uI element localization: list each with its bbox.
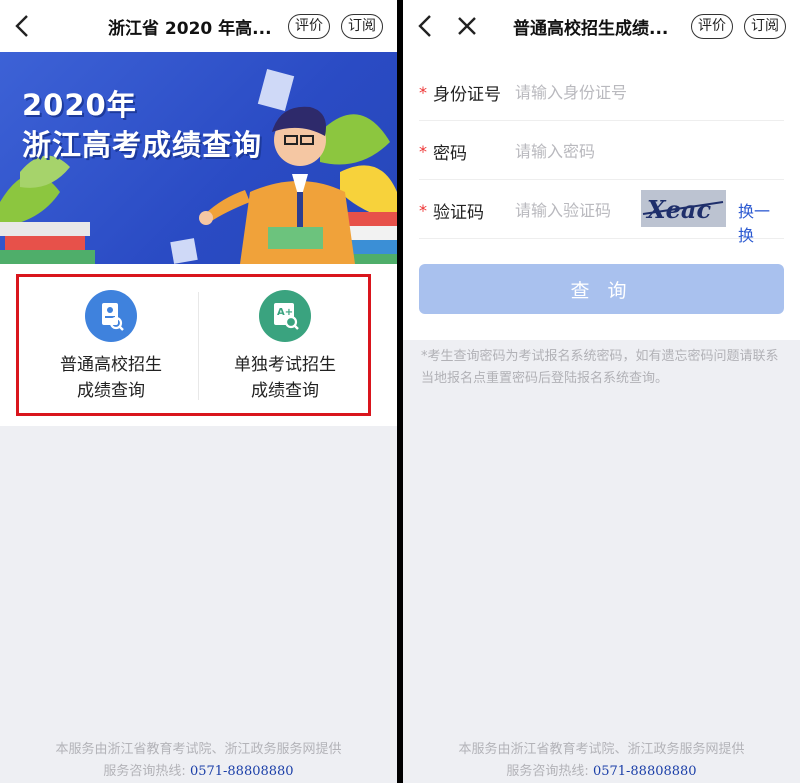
captcha-row: * 验证码 Xeac 换一换 [419,180,784,245]
password-input[interactable] [515,137,715,165]
id-number-label: 身份证号 [433,85,501,105]
password-row: * 密码 [419,121,784,180]
left-screen: 浙江省 2020 年高... 评价 订阅 2020年 浙江高考成绩查询 普通高校… [0,0,397,783]
query-form: * 身份证号 * 密码 * 验证码 Xeac 换一换 查 询 [403,52,800,340]
rate-button[interactable]: 评价 [288,14,330,39]
subscribe-button[interactable]: 订阅 [341,14,383,39]
option-label: 普通高校招生 [60,355,162,375]
hotline-label: 服务咨询热线: [103,764,186,779]
general-admission-query-button[interactable]: 普通高校招生 成绩查询 [26,286,196,406]
rate-button[interactable]: 评价 [691,14,733,39]
option-label: 单独考试招生 [234,355,336,375]
id-number-input[interactable] [515,78,715,106]
promo-banner: 2020年 浙江高考成绩查询 [0,52,397,264]
id-card-search-icon [85,290,137,342]
divider [198,292,199,400]
option-sublabel: 成绩查询 [251,381,319,401]
subscribe-button[interactable]: 订阅 [744,14,786,39]
nav-bar: 普通高校招生成绩... 评价 订阅 [403,0,800,52]
footer-hotline: 服务咨询热线: 0571-88808880 [0,760,397,779]
password-note: *考生查询密码为考试报名系统密码，如有遗忘密码问题请联系当地报名点重置密码后登陆… [421,349,779,386]
separate-exam-query-button[interactable]: A+ 单独考试招生 成绩查询 [200,286,370,406]
required-mark: * [419,83,427,102]
id-number-row: * 身份证号 [419,62,784,121]
captcha-label: 验证码 [433,203,484,223]
nav-bar: 浙江省 2020 年高... 评价 订阅 [0,0,397,52]
hotline-number[interactable]: 0571-88808880 [190,764,294,779]
refresh-captcha-link[interactable]: 换一换 [738,198,784,246]
page-title: 普通高校招生成绩... [513,19,669,39]
hotline-label: 服务咨询热线: [506,764,589,779]
query-submit-button[interactable]: 查 询 [419,264,784,314]
footer-hotline: 服务咨询热线: 0571-88808880 [403,760,800,779]
required-mark: * [419,142,427,161]
password-label: 密码 [433,144,467,164]
back-icon[interactable] [10,12,36,40]
close-icon[interactable] [455,14,479,38]
back-icon[interactable] [413,12,439,40]
option-sublabel: 成绩查询 [77,381,145,401]
captcha-input[interactable] [515,196,635,224]
footer-provider: 本服务由浙江省教育考试院、浙江政务服务网提供 [55,742,342,757]
required-mark: * [419,201,427,220]
footer-provider: 本服务由浙江省教育考试院、浙江政务服务网提供 [458,742,745,757]
captcha-image[interactable]: Xeac [641,190,726,227]
right-screen: 普通高校招生成绩... 评价 订阅 * 身份证号 * 密码 * 验证码 Xeac [403,0,800,783]
hotline-number[interactable]: 0571-88808880 [593,764,697,779]
query-options: 普通高校招生 成绩查询 A+ 单独考试招生 成绩查询 [0,264,397,426]
grade-search-icon: A+ [259,290,311,342]
page-title: 浙江省 2020 年高... [108,19,272,39]
banner-year: 2020年 [22,88,137,122]
banner-heading: 浙江高考成绩查询 [22,128,263,162]
